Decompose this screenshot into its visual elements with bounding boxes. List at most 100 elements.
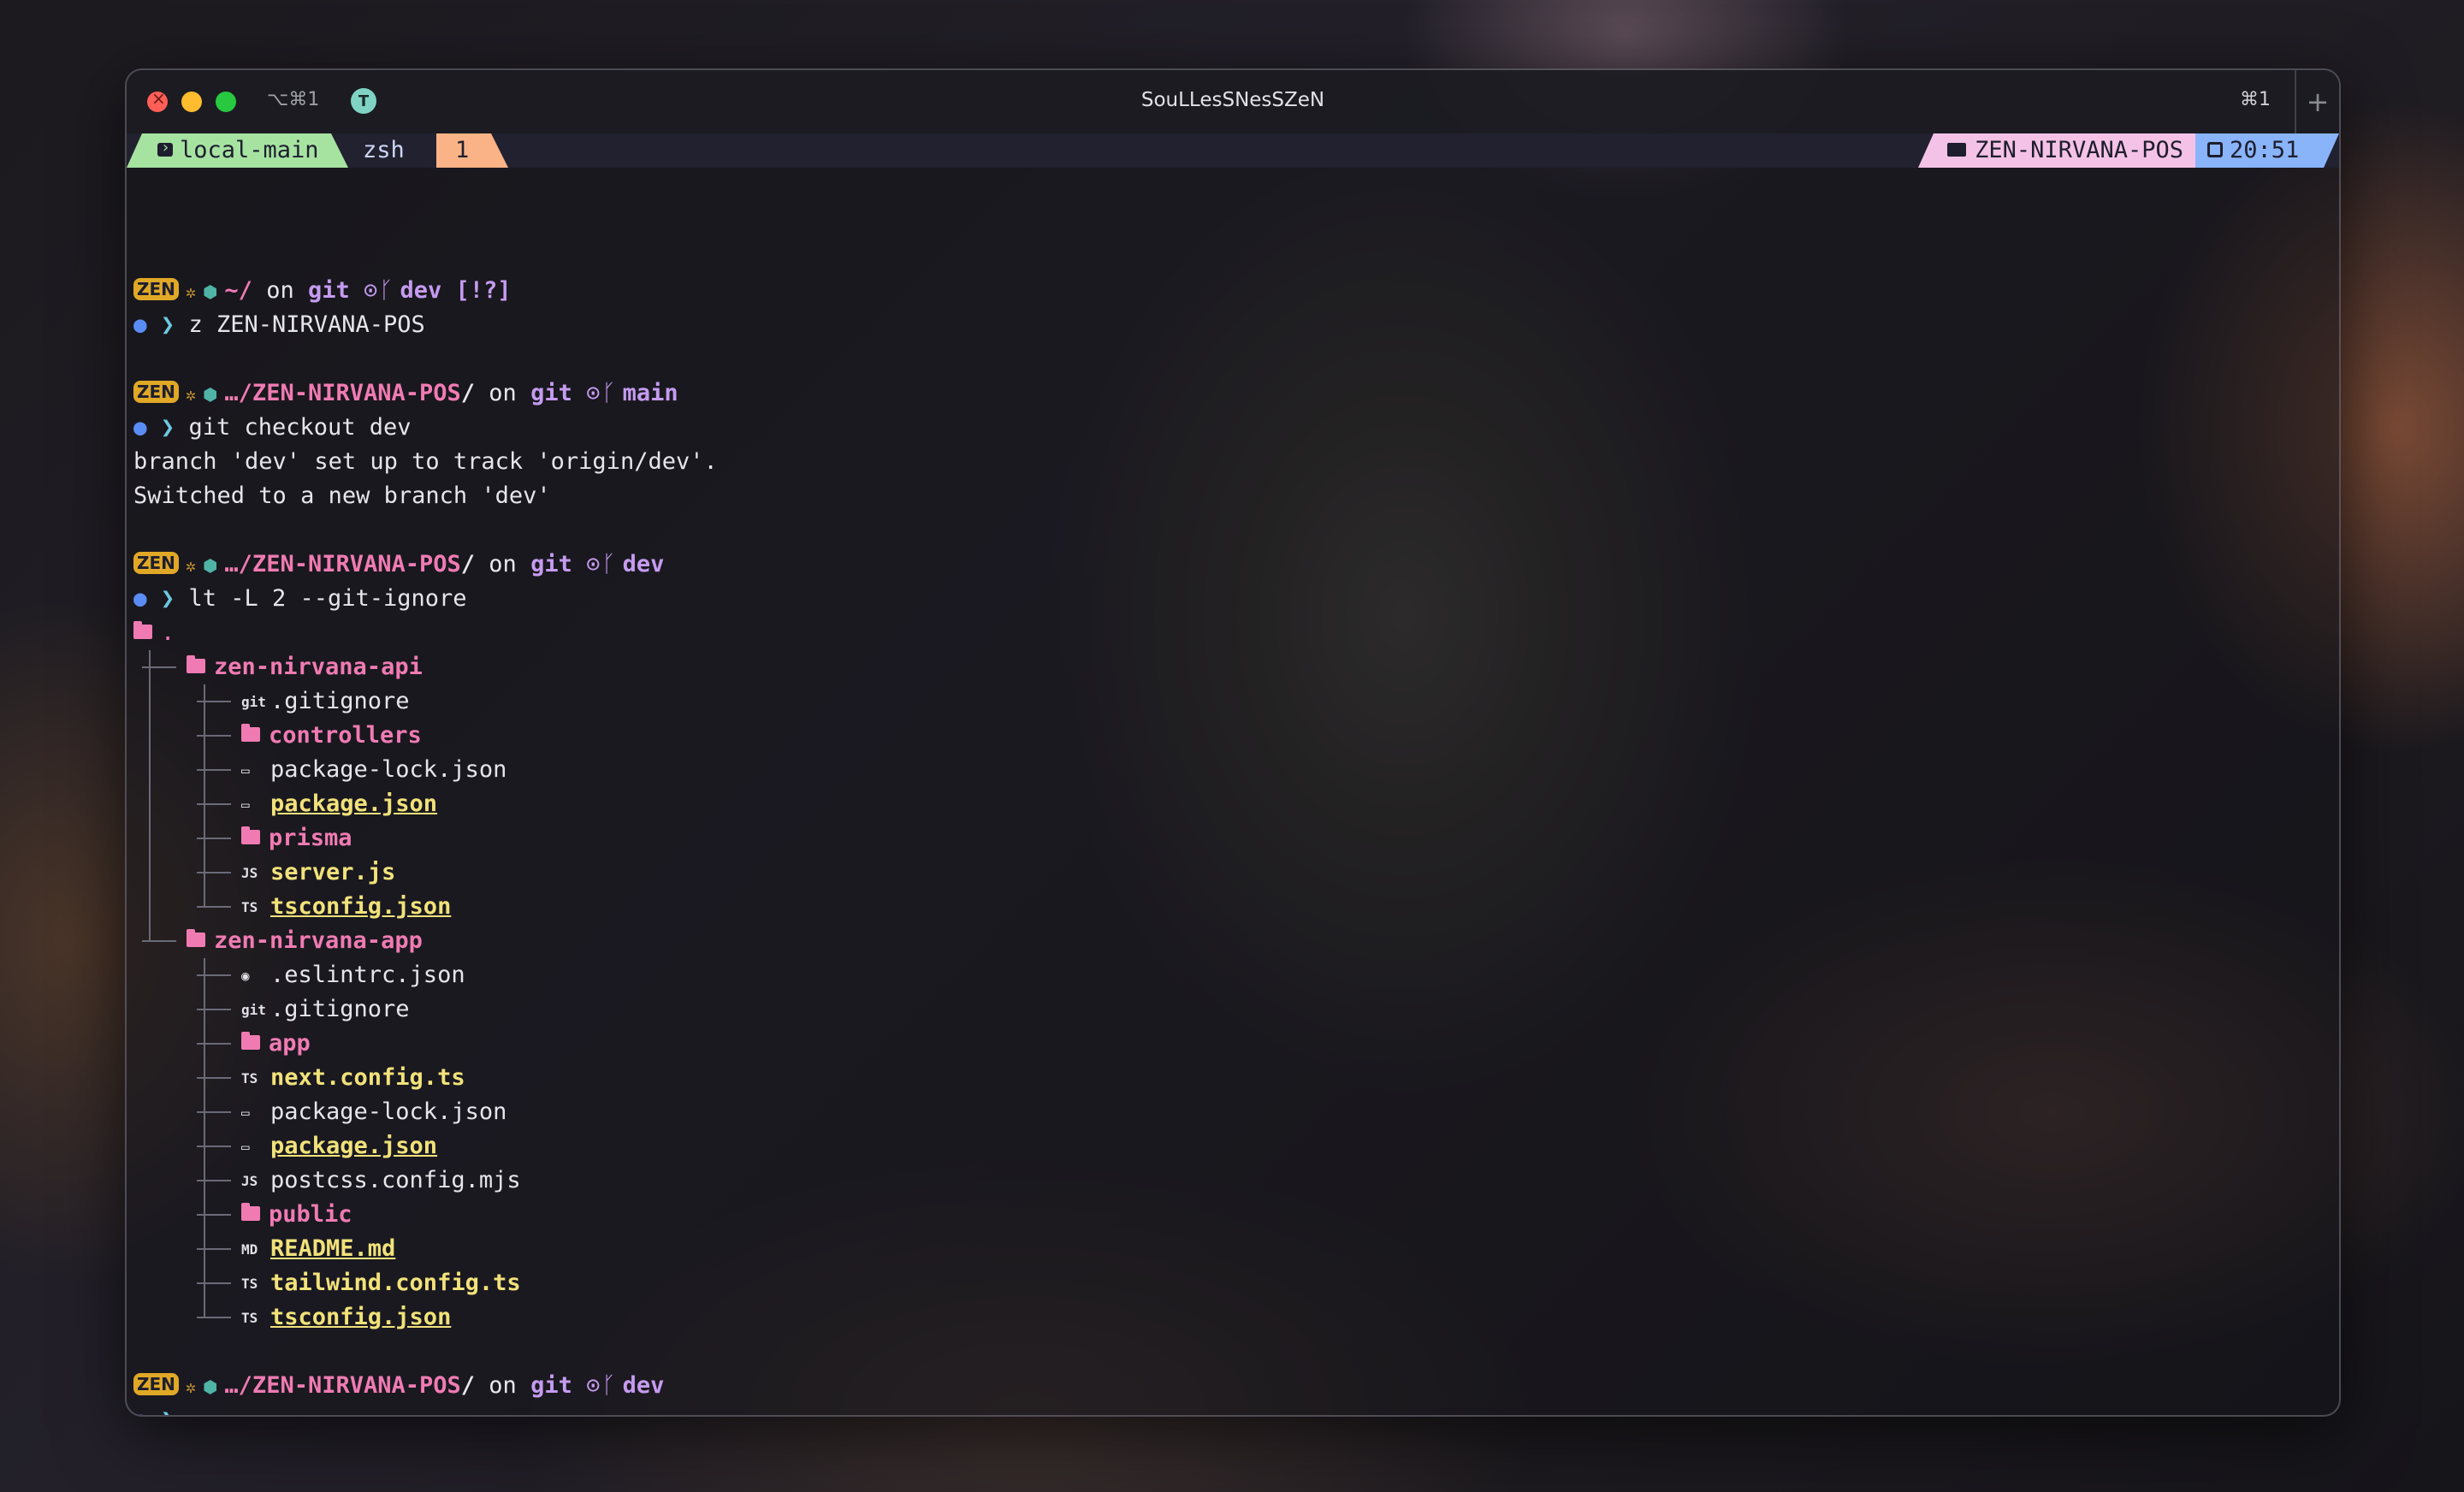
tree-file-name[interactable]: controllers: [269, 722, 422, 749]
tree-file: TS tailwind.config.ts: [133, 1266, 2339, 1300]
tree-file: controllers: [133, 719, 2339, 753]
prompt-info-line: ZEN ✲ ⬢ …/ZEN-NIRVANA-POS/ on git ⊙ᚴ dev: [133, 548, 2339, 582]
tree-file-name[interactable]: tsconfig.json: [270, 1304, 451, 1330]
gear-icon: ✲: [185, 281, 196, 302]
github-icon: ⊙: [572, 551, 601, 577]
tree-guide: [142, 940, 176, 942]
tmux-window-name[interactable]: zsh: [351, 133, 417, 168]
tree-file-name[interactable]: tsconfig.json: [270, 893, 451, 920]
tree-file-name[interactable]: package.json: [270, 1133, 437, 1159]
terminal-window[interactable]: ⌥⌘1 T SouLLesSNesSZeN ⌘1 + local-main zs…: [125, 68, 2341, 1417]
output-line: branch 'dev' set up to track 'origin/dev…: [133, 445, 2339, 479]
command-line: ● ❯ z ZEN-NIRVANA-POS: [133, 308, 2339, 342]
tmux-window-index[interactable]: 1: [436, 133, 509, 168]
prompt-path: …/ZEN-NIRVANA-POS: [224, 380, 461, 406]
tree-file-name[interactable]: app: [269, 1030, 311, 1057]
tree-root-name: .: [161, 619, 175, 646]
prompt-path: …/ZEN-NIRVANA-POS: [224, 551, 461, 577]
prompt-chevron-icon: ❯: [146, 585, 189, 612]
prompt-on: on: [475, 380, 531, 406]
tree-file: git .gitignore: [133, 992, 2339, 1027]
prompt-info-line: ZEN ✲ ⬢ ~/ on git ⊙ᚴ dev [!?]: [133, 274, 2339, 308]
tree-guide: [197, 1248, 231, 1250]
tree-file-name[interactable]: server.js: [270, 859, 395, 885]
apple-icon: ●: [133, 586, 147, 612]
prompt-on: on: [252, 277, 308, 304]
tree-guide: [197, 1180, 231, 1181]
typescript-icon: TS: [241, 1276, 258, 1292]
tmux-time: 20:51: [2230, 137, 2300, 163]
command-text: z ZEN-NIRVANA-POS: [188, 311, 425, 338]
tmux-status-bar: local-main zsh 1 ZEN-NIRVANA-POS 20:51: [127, 131, 2339, 168]
tree-file: TS next.config.ts: [133, 1061, 2339, 1095]
git-branch-icon: ᚴ: [601, 551, 616, 577]
prompt-on: on: [475, 551, 531, 577]
tree-guide: [197, 872, 231, 873]
tree-guide: [197, 735, 231, 737]
window-title: SouLLesSNesSZeN: [1140, 89, 1325, 111]
command-line: ● ❯ lt -L 2 --git-ignore: [133, 582, 2339, 616]
tree-file-name[interactable]: package-lock.json: [270, 756, 506, 783]
typescript-icon: TS: [241, 899, 258, 915]
git-branch-icon: ᚴ: [601, 1372, 616, 1399]
gear-icon: ✲: [185, 384, 196, 405]
terminal-output[interactable]: ZEN ✲ ⬢ ~/ on git ⊙ᚴ dev [!?] ● ❯ z ZEN-NIRVA…: [133, 168, 2339, 1415]
tree-file-name[interactable]: .gitignore: [270, 996, 410, 1022]
tree-file-name[interactable]: postcss.config.mjs: [270, 1167, 521, 1193]
title-bar[interactable]: ⌥⌘1 T SouLLesSNesSZeN ⌘1 +: [127, 70, 2339, 133]
tree-file-name[interactable]: public: [269, 1201, 352, 1228]
tree-guide: [197, 803, 231, 805]
tree-file-name[interactable]: .gitignore: [270, 688, 410, 714]
tree-file-name[interactable]: next.config.ts: [270, 1064, 465, 1091]
prompt-path-suffix: /: [460, 380, 476, 406]
json-icon: ▭: [241, 1139, 250, 1155]
folder-icon: [241, 1032, 260, 1050]
tree-file: prisma: [133, 821, 2339, 856]
tree-file: ▭ package-lock.json: [133, 753, 2339, 787]
json-icon: ▭: [241, 796, 250, 813]
folder-icon: [187, 655, 205, 673]
tree-dir-name[interactable]: zen-nirvana-app: [214, 927, 423, 954]
prompt-branch: main: [622, 380, 678, 406]
prompt-chevron-icon: ❯: [147, 1406, 189, 1415]
folder-icon: [133, 621, 152, 639]
new-tab-button[interactable]: +: [2295, 70, 2339, 133]
node-icon: ⬢: [202, 384, 218, 405]
tree-dir-name[interactable]: zen-nirvana-api: [214, 654, 423, 680]
node-icon: ⬢: [202, 555, 218, 576]
tree-guide: [142, 666, 176, 668]
command-output: Switched to a new branch 'dev': [133, 483, 551, 509]
tree-file-name[interactable]: README.md: [270, 1235, 395, 1262]
folder-icon: [241, 826, 260, 844]
json-icon: ▭: [241, 762, 250, 779]
gear-icon: ✲: [185, 555, 196, 576]
tree-guide: [197, 1043, 231, 1045]
tree-dir: zen-nirvana-app: [133, 924, 2339, 958]
tree-file: ▭ package.json: [133, 1129, 2339, 1163]
tree-file: app: [133, 1027, 2339, 1061]
tree-guide: [197, 1146, 231, 1147]
tree-guide: [197, 1077, 231, 1079]
git-icon: git: [241, 694, 266, 710]
typescript-icon: TS: [241, 1070, 258, 1086]
tree-file-name[interactable]: package.json: [270, 790, 437, 817]
git-icon: git: [241, 1002, 266, 1018]
tree-file: TS tsconfig.json: [133, 1300, 2339, 1335]
tree-file-name[interactable]: .eslintrc.json: [270, 962, 465, 988]
tree-file-name[interactable]: tailwind.config.ts: [270, 1270, 521, 1296]
tree-file: ▭ package.json: [133, 787, 2339, 821]
tmux-directory-name: ZEN-NIRVANA-POS: [1975, 137, 2183, 163]
tree-file: git .gitignore: [133, 684, 2339, 719]
command-text: git checkout dev: [188, 414, 412, 441]
tree-file: ◉ .eslintrc.json: [133, 958, 2339, 992]
tree-file-name[interactable]: package-lock.json: [270, 1098, 506, 1125]
tree-file: TS tsconfig.json: [133, 890, 2339, 924]
tree-dir: zen-nirvana-api: [133, 650, 2339, 684]
github-icon: ⊙: [572, 380, 601, 406]
command-text: lt -L 2 --git-ignore: [188, 585, 467, 612]
tree-root: .: [133, 616, 2339, 650]
zen-badge-icon: ZEN: [133, 277, 179, 300]
prompt-path: …/ZEN-NIRVANA-POS: [224, 1372, 461, 1399]
tree-file-name[interactable]: prisma: [269, 825, 352, 851]
